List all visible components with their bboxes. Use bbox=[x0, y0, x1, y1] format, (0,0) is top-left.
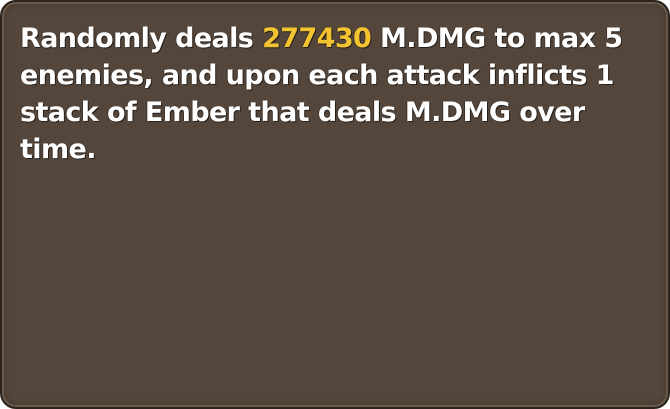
damage-value: 277430 bbox=[262, 23, 372, 54]
skill-tooltip-panel: Randomly deals 277430 M.DMG to max 5 ene… bbox=[0, 0, 670, 409]
skill-description: Randomly deals 277430 M.DMG to max 5 ene… bbox=[20, 20, 654, 168]
description-prefix: Randomly deals bbox=[20, 23, 263, 54]
